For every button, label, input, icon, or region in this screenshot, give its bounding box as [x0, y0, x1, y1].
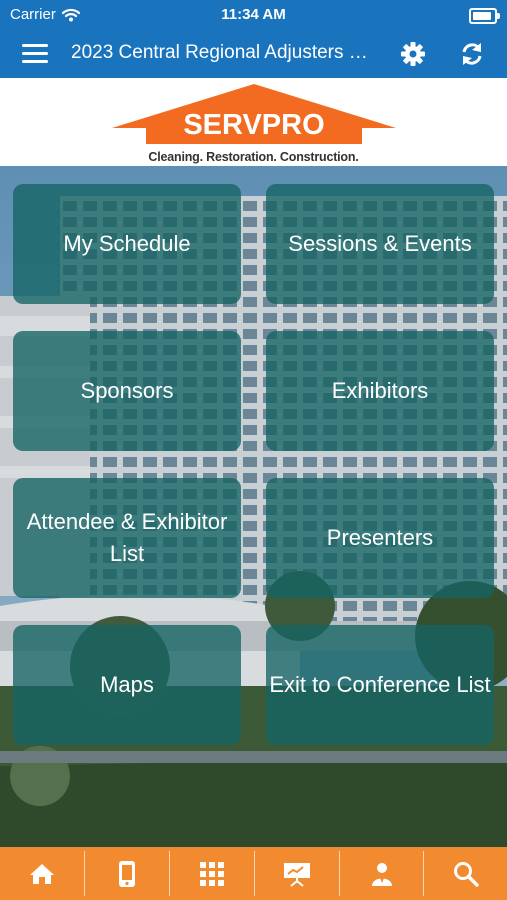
logo-text: SERVPRO: [183, 109, 324, 141]
tile-presenters[interactable]: Presenters: [266, 478, 494, 598]
status-time: 11:34 AM: [221, 6, 286, 23]
status-bar: Carrier 11:34 AM: [0, 0, 507, 30]
tile-my-schedule[interactable]: My Schedule: [13, 184, 241, 304]
tile-maps[interactable]: Maps: [13, 625, 241, 745]
tab-home[interactable]: [0, 847, 84, 900]
logo-tagline: Cleaning. Restoration. Construction.: [148, 150, 359, 164]
tab-grid[interactable]: [170, 847, 254, 900]
tile-exhibitors[interactable]: Exhibitors: [266, 331, 494, 451]
person-icon: [372, 862, 392, 886]
gear-icon[interactable]: [399, 40, 427, 68]
servpro-logo: SERVPRO: [112, 84, 396, 144]
tab-mobile[interactable]: [85, 847, 169, 900]
home-icon: [30, 863, 54, 884]
tab-presentation[interactable]: [255, 847, 339, 900]
tab-search[interactable]: [424, 847, 507, 900]
tile-sessions-events[interactable]: Sessions & Events: [266, 184, 494, 304]
tile-exit-conference-list[interactable]: Exit to Conference List: [266, 625, 494, 745]
mobile-icon: [119, 860, 135, 887]
presentation-icon: [284, 862, 310, 887]
app-bar: 2023 Central Regional Adjusters Conferen…: [0, 30, 507, 78]
bottom-tab-bar: [0, 847, 507, 900]
search-icon: [454, 861, 479, 887]
battery-icon: [469, 8, 500, 24]
tab-person[interactable]: [340, 847, 424, 900]
sponsor-banner: SERVPRO Cleaning. Restoration. Construct…: [0, 78, 507, 167]
page-title: 2023 Central Regional Adjusters Conferen…: [71, 42, 376, 63]
grid-icon: [200, 861, 224, 886]
tile-attendee-exhibitor-list[interactable]: Attendee & Exhibitor List: [13, 478, 241, 598]
tile-sponsors[interactable]: Sponsors: [13, 331, 241, 451]
refresh-icon[interactable]: [458, 40, 486, 68]
menu-icon[interactable]: [22, 44, 50, 64]
